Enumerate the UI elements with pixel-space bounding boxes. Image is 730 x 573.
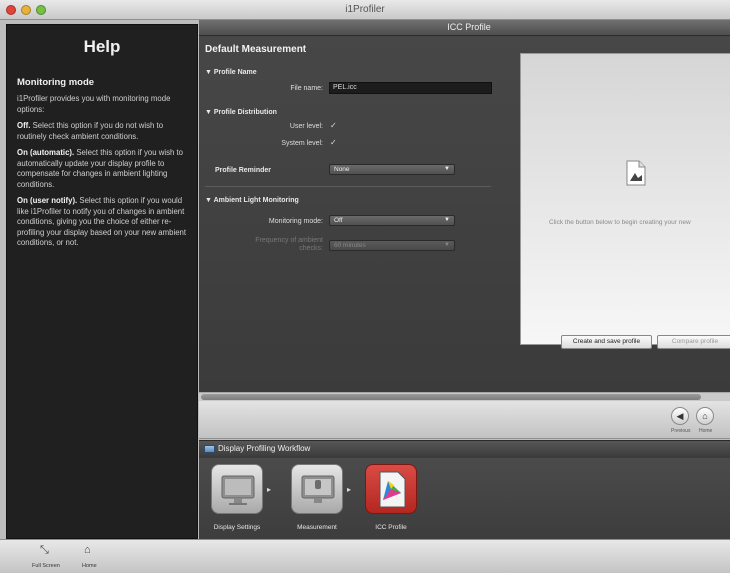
frequency-label-2: checks: <box>299 245 323 252</box>
profile-reminder-select[interactable]: None ▼ <box>329 164 455 175</box>
window-title: i1Profiler <box>345 4 385 15</box>
main-header-title: ICC Profile <box>447 22 491 32</box>
chevron-down-icon: ▼ <box>444 242 450 248</box>
help-panel: Help Monitoring mode i1Profiler provides… <box>6 24 198 539</box>
nav-bar: ◀ Previous ⌂ Home <box>199 401 730 439</box>
chevron-down-icon: ▼ <box>444 217 450 223</box>
frequency-select[interactable]: 60 minutes ▼ <box>329 240 455 251</box>
previous-label: Previous <box>671 428 691 434</box>
home-icon: ⌂ <box>702 411 708 421</box>
file-name-label: File name: <box>290 85 323 92</box>
arrow-left-icon: ◀ <box>676 411 684 421</box>
user-level-checkbox[interactable]: ✓ <box>330 121 337 130</box>
step-icc-profile[interactable] <box>365 464 417 514</box>
help-option-automatic: On (automatic). Select this option if yo… <box>17 148 183 189</box>
step-label-measurement: Measurement <box>297 524 337 531</box>
help-option-user-notify: On (user notify). Select this option if … <box>17 196 187 247</box>
settings-area: Default Measurement ▼ Profile Name File … <box>199 36 730 392</box>
icc-profile-icon <box>379 471 406 508</box>
step-measurement[interactable] <box>291 464 343 514</box>
home-icon[interactable]: ⌂ <box>84 544 91 556</box>
step-label-display-settings: Display Settings <box>213 524 261 531</box>
profile-reminder-label: Profile Reminder <box>215 167 272 174</box>
title-bar: i1Profiler <box>0 0 730 20</box>
create-save-profile-button[interactable]: Create and save profile <box>561 335 652 349</box>
fullscreen-label: Full Screen <box>32 563 60 569</box>
fullscreen-icon[interactable]: ⤡ <box>40 544 49 557</box>
workflow-header: Display Profiling Workflow <box>199 440 730 458</box>
scrollbar-thumb[interactable] <box>201 394 701 400</box>
monitor-icon <box>221 475 255 505</box>
workflow-title: Display Profiling Workflow <box>218 444 311 453</box>
workflow-steps: ▸ ▸ Display Settings Measurement ICC Pro… <box>199 458 730 539</box>
app-window: i1Profiler Help Monitoring mode i1Profil… <box>0 0 730 573</box>
chevron-down-icon: ▼ <box>444 166 450 172</box>
ambient-monitoring-group[interactable]: ▼ Ambient Light Monitoring <box>205 197 299 204</box>
help-option-off: Off. Select this option if you do not wi… <box>17 121 164 141</box>
home-nav-button[interactable]: ⌂ <box>696 407 714 425</box>
user-level-label: User level: <box>289 123 323 130</box>
home-nav-label: Home <box>699 428 713 434</box>
preview-instructions: Click the button below to begin creating… <box>549 219 691 226</box>
profile-name-group[interactable]: ▼ Profile Name <box>205 69 257 76</box>
divider <box>205 186 491 187</box>
horizontal-scrollbar[interactable] <box>199 392 730 401</box>
panel-title: Default Measurement <box>205 44 307 55</box>
chevron-right-icon: ▸ <box>347 485 352 494</box>
help-section-title: Monitoring mode <box>17 77 95 88</box>
preview-panel: Click the button below to begin creating… <box>520 53 730 349</box>
monitoring-mode-label: Monitoring mode: <box>268 218 323 225</box>
previous-button[interactable]: ◀ <box>671 407 689 425</box>
bottom-toolbar: ⤡ Full Screen ⌂ Home <box>0 539 730 573</box>
frequency-label: Frequency of ambient <box>255 237 323 244</box>
help-intro: i1Profiler provides you with monitoring … <box>17 94 171 114</box>
file-name-input[interactable]: PEL.icc <box>329 82 492 94</box>
system-level-label: System level: <box>281 140 323 147</box>
main-header: ICC Profile <box>199 20 730 36</box>
help-title: Help <box>83 37 121 56</box>
step-label-icc-profile: ICC Profile <box>375 524 407 531</box>
chevron-right-icon: ▸ <box>267 485 272 494</box>
display-icon <box>204 445 215 453</box>
home-label: Home <box>82 563 97 569</box>
system-level-checkbox[interactable]: ✓ <box>330 138 337 147</box>
profile-distribution-group[interactable]: ▼ Profile Distribution <box>205 109 277 116</box>
compare-profile-button[interactable]: Compare profile <box>657 335 730 349</box>
step-display-settings[interactable] <box>211 464 263 514</box>
document-icon <box>626 160 646 191</box>
monitoring-mode-select[interactable]: Off ▼ <box>329 215 455 226</box>
measurement-icon <box>301 475 335 503</box>
